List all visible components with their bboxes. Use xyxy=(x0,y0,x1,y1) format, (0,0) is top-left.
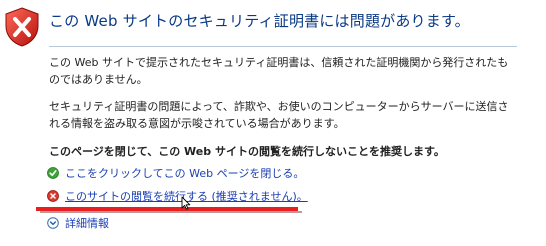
annotation-underline xyxy=(36,207,298,211)
red-x-shield-icon xyxy=(47,190,59,202)
recommendation-text: このページを閉じて、この Web サイトの閲覧を続行しないことを推奨します。 xyxy=(49,145,445,158)
green-check-shield-icon xyxy=(47,167,59,179)
continue-site-option[interactable]: このサイトの閲覧を続行する (推奨されません)。 xyxy=(47,188,308,204)
close-page-link[interactable]: ここをクリックしてこの Web ページを閉じる。 xyxy=(65,165,304,181)
security-warning-shield-icon xyxy=(5,7,39,47)
chevron-down-circle-icon xyxy=(47,217,59,229)
security-risk-description: セキュリティ証明書の問題によって、詐欺や、お使いのコンピューターからサーバーに送… xyxy=(49,100,509,130)
more-info-option[interactable]: 詳細情報 xyxy=(47,215,109,231)
page-title: この Web サイトのセキュリティ証明書には問題があります。 xyxy=(49,12,470,30)
certificate-issue-description: この Web サイトで提示されたセキュリティ証明書は、信頼された証明機関から発行… xyxy=(49,56,509,86)
divider xyxy=(49,46,517,47)
mouse-cursor-icon xyxy=(181,196,191,210)
close-page-option[interactable]: ここをクリックしてこの Web ページを閉じる。 xyxy=(47,165,304,181)
more-info-link[interactable]: 詳細情報 xyxy=(65,215,109,231)
annotation-underline-shadow xyxy=(40,211,302,213)
